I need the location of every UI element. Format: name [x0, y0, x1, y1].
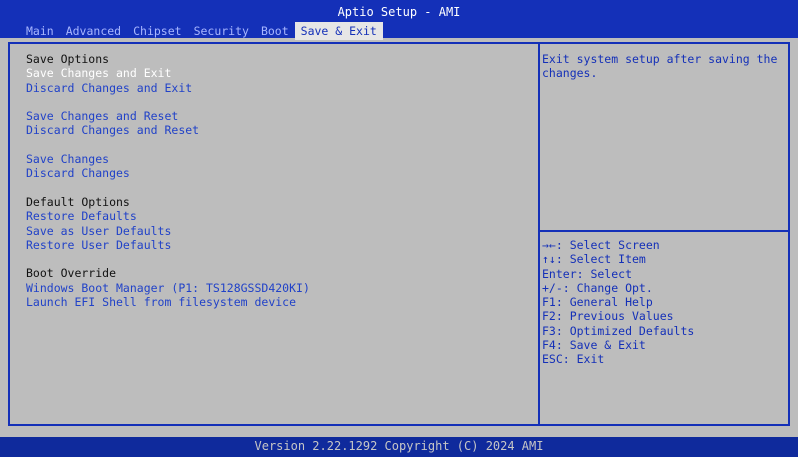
help-change-opt: +/-: Change Opt. [542, 280, 653, 295]
option-launch-efi-shell[interactable]: Launch EFI Shell from filesystem device [26, 295, 526, 309]
main-frame: Save Options Save Changes and Exit Disca… [8, 42, 790, 426]
option-restore-user-defaults[interactable]: Restore User Defaults [26, 238, 526, 252]
help-select-screen: →←: Select Screen [542, 238, 660, 252]
help-general-help: F1: General Help [542, 295, 653, 310]
option-discard-changes[interactable]: Discard Changes [26, 166, 526, 180]
tab-boot[interactable]: Boot [255, 22, 295, 40]
help-save-exit: F4: Save & Exit [542, 338, 646, 353]
section-header-default-options: Default Options [26, 194, 130, 209]
tab-main[interactable]: Main [20, 22, 60, 40]
version-copyright: Version 2.22.1292 Copyright (C) 2024 AMI [254, 439, 544, 453]
option-save-changes[interactable]: Save Changes [26, 152, 526, 166]
section-header-boot-override: Boot Override [26, 266, 117, 281]
option-windows-boot-manager[interactable]: Windows Boot Manager (P1: TS128GSSD420KI… [26, 281, 526, 295]
option-save-changes-and-exit[interactable]: Save Changes and Exit [26, 66, 526, 80]
help-enter-select: Enter: Select [542, 266, 633, 281]
tab-bar: Main Advanced Chipset Security Boot Save… [20, 22, 383, 40]
tab-security[interactable]: Security [188, 22, 255, 40]
app-title: Aptio Setup - AMI [337, 5, 461, 19]
help-optimized-defaults: F3: Optimized Defaults [542, 323, 695, 338]
help-esc-exit: ESC: Exit [542, 352, 605, 367]
help-previous-values: F2: Previous Values [542, 309, 674, 324]
tab-chipset[interactable]: Chipset [127, 22, 187, 40]
top-bar: Aptio Setup - AMI Main Advanced Chipset … [0, 0, 798, 40]
options-list: Save Options Save Changes and Exit Disca… [26, 52, 526, 309]
tab-save-exit[interactable]: Save & Exit [294, 22, 383, 40]
tab-advanced[interactable]: Advanced [60, 22, 127, 40]
footer-bar: Version 2.22.1292 Copyright (C) 2024 AMI [0, 437, 798, 457]
option-save-as-user-defaults[interactable]: Save as User Defaults [26, 224, 526, 238]
option-discard-changes-and-reset[interactable]: Discard Changes and Reset [26, 123, 526, 137]
vertical-divider [538, 44, 540, 424]
help-divider [540, 230, 788, 232]
option-save-changes-and-reset[interactable]: Save Changes and Reset [26, 109, 526, 123]
key-help-list: →←: Select Screen ↑↓: Select Item Enter:… [542, 238, 787, 367]
option-discard-changes-and-exit[interactable]: Discard Changes and Exit [26, 81, 526, 95]
option-restore-defaults[interactable]: Restore Defaults [26, 209, 526, 223]
help-select-item: ↑↓: Select Item [542, 252, 646, 267]
section-header-save-options: Save Options [26, 52, 110, 66]
item-description: Exit system setup after saving the chang… [542, 52, 778, 81]
